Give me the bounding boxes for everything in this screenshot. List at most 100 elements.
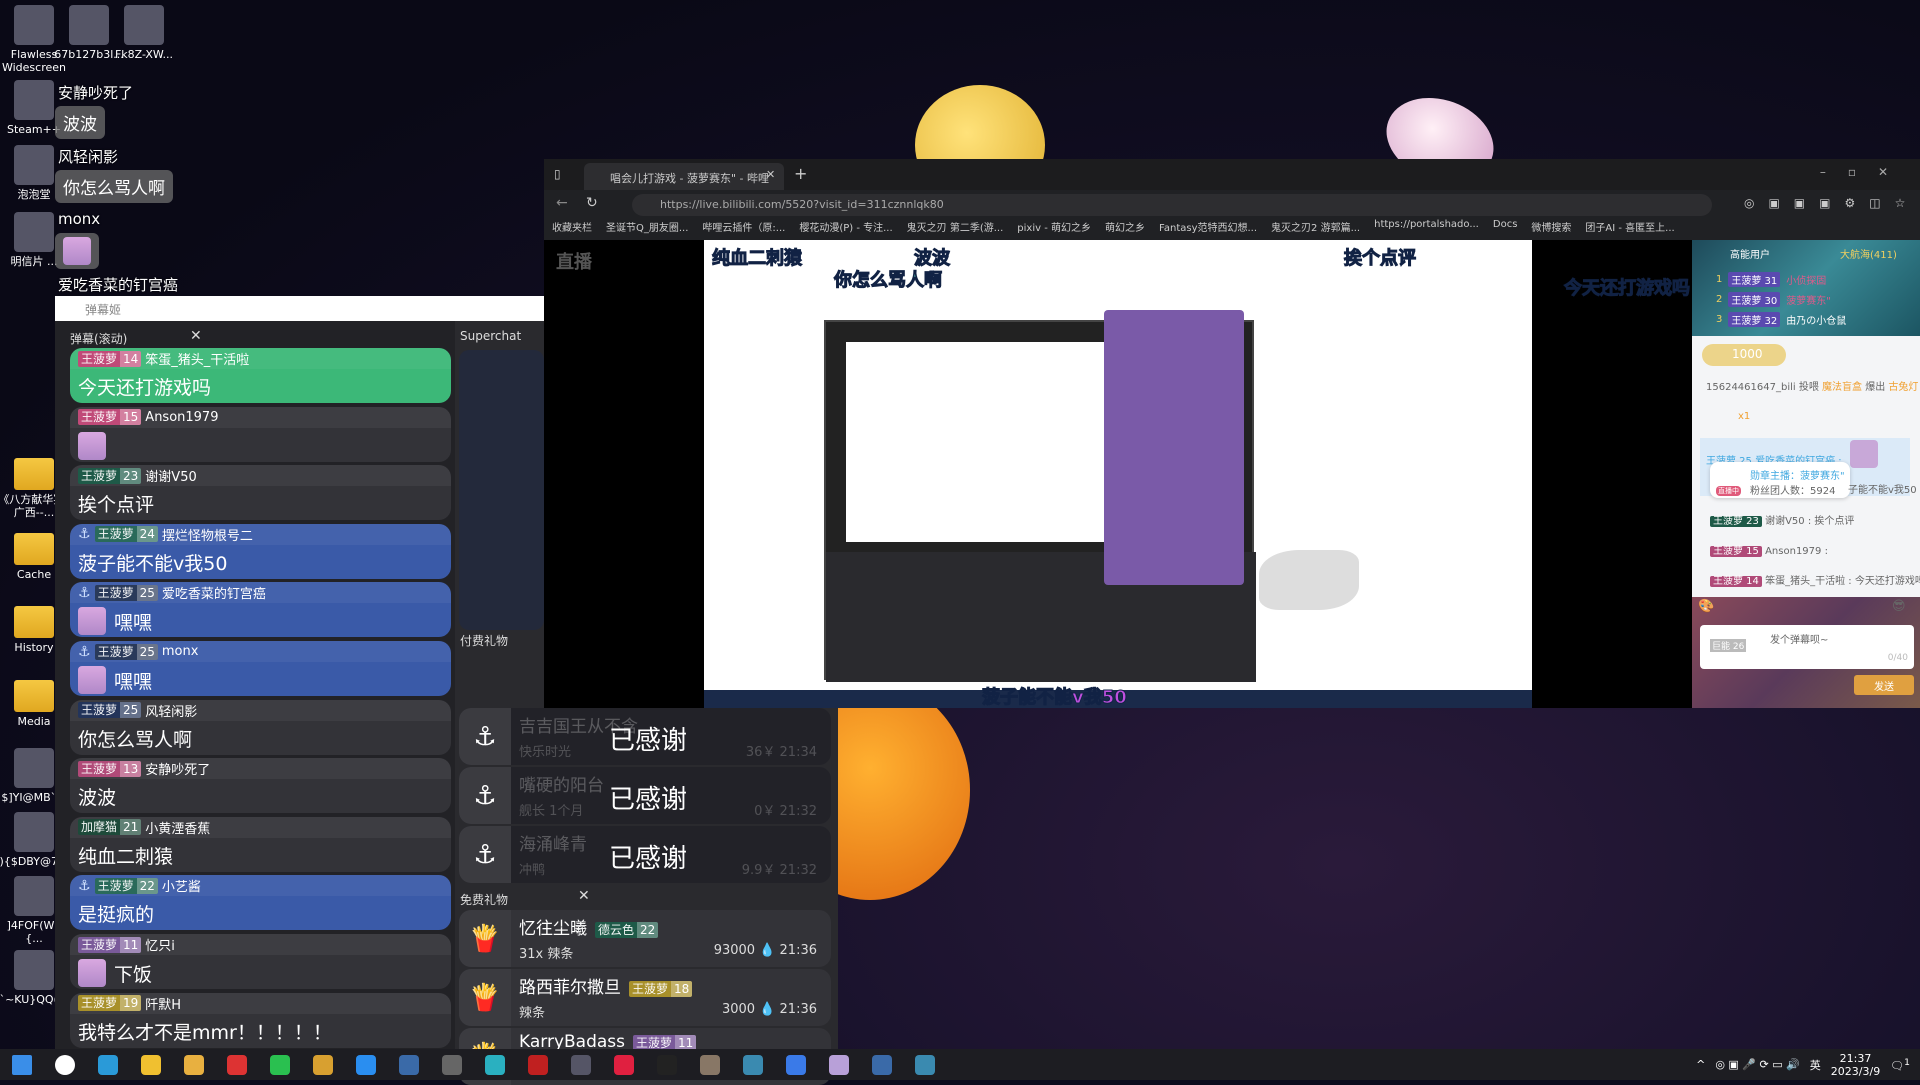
taskbar-app-red-icon[interactable] [516,1049,559,1080]
gift-message: 15624461647_bili 投喂 魔法盲盒 爆出 古兔灯 [1706,378,1918,393]
taskbar-app-avatar-icon[interactable] [817,1049,860,1080]
address-bar[interactable]: https://live.bilibili.com/5520?visit_id=… [632,194,1712,216]
window-title[interactable]: 弹幕姬 [55,296,545,321]
danmaku-message[interactable]: 王菠萝 14 笨蛋_猪头_干活啦 今天还打游戏吗 [70,348,451,403]
taskbar-remote-icon[interactable] [559,1049,602,1080]
gift-name: 快乐时光 [519,745,572,760]
taskbar-edge-icon[interactable] [86,1049,129,1080]
close-tab-icon[interactable]: ✕ [766,168,775,181]
taskbar-steam2-icon[interactable] [860,1049,903,1080]
browser-tab[interactable]: 唱会儿打游戏 - 菠萝赛东" - 哔哩 [584,163,784,190]
taskbar-app-ring-icon[interactable] [473,1049,516,1080]
stream-video[interactable] [704,240,1532,708]
bookmark-item[interactable]: 樱花动漫(P) - 专注... [799,219,892,234]
taskbar-windows-start-icon[interactable] [0,1049,43,1080]
input-medal[interactable]: 巨能 26 [1710,639,1747,652]
danmaku-message[interactable]: 王菠萝 13 安静吵死了 波波 [70,758,451,814]
bookmark-item[interactable]: pixiv - 萌幻之乡 [1017,219,1091,234]
danmaku-message[interactable]: ⚓ 王菠萝 24 摆烂怪物根号二 菠子能不能v我50 [70,523,451,579]
free-gift-card[interactable]: 🍟 忆往尘曦 德云色 22 31x 辣条 93000 💧 21:36 [459,910,831,967]
danmaku-message[interactable]: 王菠萝 23 谢谢V50 挨个点评 [70,465,451,521]
file-icon [14,812,54,852]
danmaku-input[interactable]: 巨能 26 发个弹幕呗~ 0/40 [1700,625,1914,669]
bookmark-item[interactable]: 收藏夹栏 [552,219,592,234]
bookmark-item[interactable]: 团子AI - 喜匿至上... [1585,219,1674,234]
taskbar-qq-icon[interactable] [215,1049,258,1080]
gift-count: x1 [1738,411,1751,422]
fan-medal: 王菠萝 22 [94,877,158,894]
medal-name: 王菠萝 [81,468,118,483]
paid-gift-card[interactable]: ⚓ 海涌峰青 冲鸭 9.9￥ 21:32 已感谢 [459,826,831,883]
danmaku-message[interactable]: 王菠萝 11 忆只i 下饭 [70,934,451,989]
free-gift-card[interactable]: 🍟 路西菲尔撒旦 王菠萝 18 辣条 3000 💧 21:36 [459,969,831,1026]
danmaku-message[interactable]: 王菠萝 19 阡默H 我特么才不是mmr！！！！！ [70,992,451,1048]
danmaku-message[interactable]: 王菠萝 25 风轻闲影 你怎么骂人啊 [70,699,451,755]
tab-title: 唱会儿打游戏 - 菠萝赛东" - 哔哩 [610,172,769,185]
gold-value: 1000 [1732,347,1763,361]
send-button[interactable]: 发送 [1854,675,1914,695]
toolbar-icons[interactable]: ◎▣▣▣⚙◫☆⊞●⋯ [1744,196,1920,210]
close-icon[interactable]: ✕ [578,888,590,904]
bookmark-item[interactable]: https://portalshado... [1374,219,1479,234]
rank-row[interactable]: 3 王菠萝 32 由乃の小仓鼠 [1716,312,1846,327]
taskbar-app-dot-icon[interactable] [645,1049,688,1080]
bookmark-item[interactable]: 鬼灭之刃 第二季(游... [907,219,1004,234]
taskbar-obs-icon[interactable] [430,1049,473,1080]
palette-icon[interactable]: 🎨 [1698,599,1714,614]
danmaku-message[interactable]: 王菠萝 15 Anson1979 [70,406,451,462]
desktop-icon[interactable]: Fk8Z-XW... [108,5,180,61]
danmaku-message[interactable]: ⚓ 王菠萝 25 爱吃香菜的钉宫癌 嘿嘿 [70,582,451,638]
taskbar-app-pig-icon[interactable] [172,1049,215,1080]
bookmark-item[interactable]: 哔哩云插件（原:... [702,219,785,234]
taskbar-feishu-icon[interactable] [774,1049,817,1080]
emote-image [63,237,91,265]
danmaku-message[interactable]: ⚓ 王菠萝 25 monx 嘿嘿 [70,641,451,696]
fan-medal: 王菠萝 19 [78,995,142,1012]
new-tab-icon[interactable]: + [794,164,807,183]
char-counter: 0/40 [1887,653,1908,663]
gift-icon: ⚓ [459,826,511,883]
file-icon [14,748,54,788]
tab-guard[interactable]: 大航海(411) [1840,246,1897,261]
taskbar-app-box-icon[interactable] [688,1049,731,1080]
window-controls[interactable]: –▫✕ [1820,165,1910,179]
bookmark-item[interactable]: 鬼灭之刃2 游郭篇... [1271,219,1360,234]
tab-high-energy[interactable]: 高能用户 [1730,246,1770,261]
taskbar-wechat-icon[interactable] [258,1049,301,1080]
taskbar-app-wave2-icon[interactable] [903,1049,946,1080]
ime-indicator[interactable]: 英 [1810,1057,1821,1073]
tab-actions-icon[interactable]: ▯ [554,167,561,181]
tray-icons[interactable]: ◎ ▣ 🎤 ⟳ ▭ 🔊 [1715,1058,1799,1071]
gift-name: 舰长 1个月 [519,804,584,819]
message-text: 挨个点评 [78,494,155,517]
chevron-up-icon[interactable]: ^ [1696,1058,1705,1071]
taskbar-kugou-icon[interactable] [344,1049,387,1080]
taskbar-search-icon[interactable] [43,1049,86,1080]
tab-superchat[interactable]: Superchat [460,329,521,343]
bookmark-item[interactable]: 萌幻之乡 [1105,219,1145,234]
bookmark-item[interactable]: 圣诞节Q_朋友圈... [606,219,688,234]
taskbar-steam-icon[interactable] [387,1049,430,1080]
bookmark-item[interactable]: Docs [1493,219,1518,234]
bookmark-item[interactable]: Fantasy范特西幻想... [1159,219,1257,234]
back-icon[interactable]: ← [556,195,568,211]
emoji-icon[interactable]: 😎 [1892,599,1906,614]
bookmark-item[interactable]: 微博搜索 [1531,219,1571,234]
refresh-icon[interactable]: ↻ [586,195,598,211]
taskbar-file-explorer-icon[interactable] [129,1049,172,1080]
paid-gift-card[interactable]: ⚓ 吉吉国王从不含 快乐时光 36￥ 21:34 已感谢 [459,708,831,765]
taskbar-app-wave-icon[interactable] [731,1049,774,1080]
rank-row[interactable]: 2 王菠萝 30 菠萝赛东" [1716,292,1831,307]
notification-icon[interactable]: 🗨1 [1890,1057,1910,1073]
close-icon[interactable]: ✕ [190,328,202,344]
rank-row[interactable]: 1 王菠萝 31 小侦探固 [1716,272,1826,287]
clock[interactable]: 21:37 2023/3/9 [1831,1052,1880,1078]
gift-name: 辣条 [519,1006,546,1021]
tab-danmaku[interactable]: 弹幕(滚动) [70,330,127,347]
gold-count[interactable]: 1000 [1702,344,1786,366]
taskbar-app-g-icon[interactable] [301,1049,344,1080]
taskbar-netease-music-icon[interactable] [602,1049,645,1080]
danmaku-message[interactable]: ⚓ 王菠萝 22 小艺酱 是挺疯的 [70,875,451,931]
paid-gift-card[interactable]: ⚓ 嘴硬的阳台 舰长 1个月 0￥ 21:32 已感谢 [459,767,831,824]
danmaku-message[interactable]: 加摩猫 21 小黄湮香蕉 纯血二刺猿 [70,816,451,872]
